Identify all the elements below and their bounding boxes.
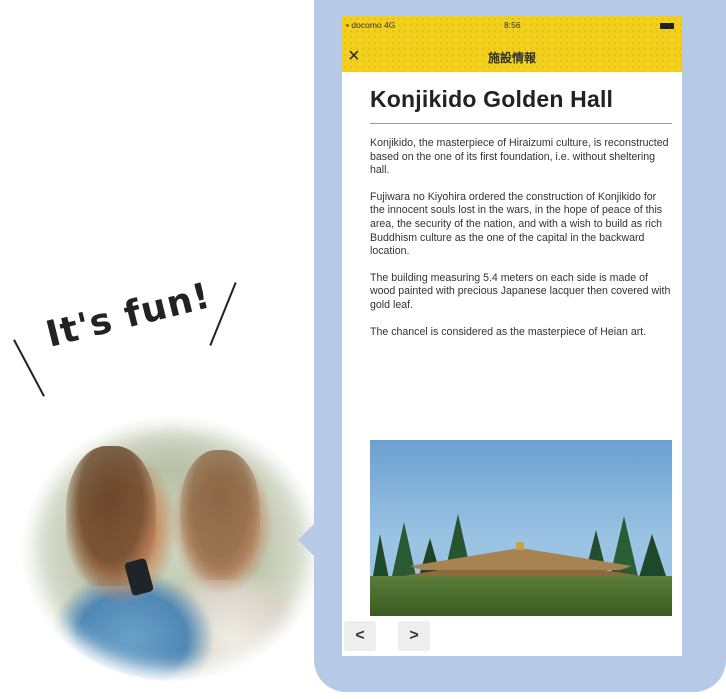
speech-bubble-tail — [298, 514, 324, 566]
article-paragraph: Konjikido, the masterpiece of Hiraizumi … — [370, 137, 669, 177]
temple-photo — [370, 440, 672, 616]
nav-title: 施設情報 — [487, 51, 536, 65]
signal-icon: ▪ — [346, 20, 350, 30]
header-bar: ▪ docomo 4G 8:56 × 施設情報 — [342, 16, 682, 72]
callout-slash-left — [13, 339, 45, 397]
bottom-bar — [342, 616, 682, 656]
chevron-left-icon[interactable]: < — [344, 621, 376, 651]
article-paragraph: Fujiwara no Kiyohira ordered the constru… — [370, 190, 663, 258]
phone-screen: ▪ docomo 4G 8:56 × 施設情報 Konjikido Golden… — [342, 16, 682, 656]
clock: 8:56 — [504, 20, 521, 30]
carrier-status: ▪ docomo 4G — [346, 20, 395, 30]
article-paragraph: The chancel is considered as the masterp… — [370, 325, 647, 338]
photo-person-right — [180, 450, 260, 580]
callout-text: It's fun! — [42, 275, 215, 356]
page-title: Konjikido Golden Hall — [370, 86, 672, 124]
article-paragraph: The building measuring 5.4 meters on eac… — [370, 271, 671, 311]
ground — [370, 576, 672, 616]
article: Konjikido Golden Hall Konjikido, the mas… — [370, 86, 672, 339]
battery-icon — [660, 22, 674, 29]
carrier-label: docomo 4G — [351, 20, 396, 30]
status-icons — [658, 20, 674, 30]
chevron-right-icon[interactable]: > — [398, 621, 430, 651]
